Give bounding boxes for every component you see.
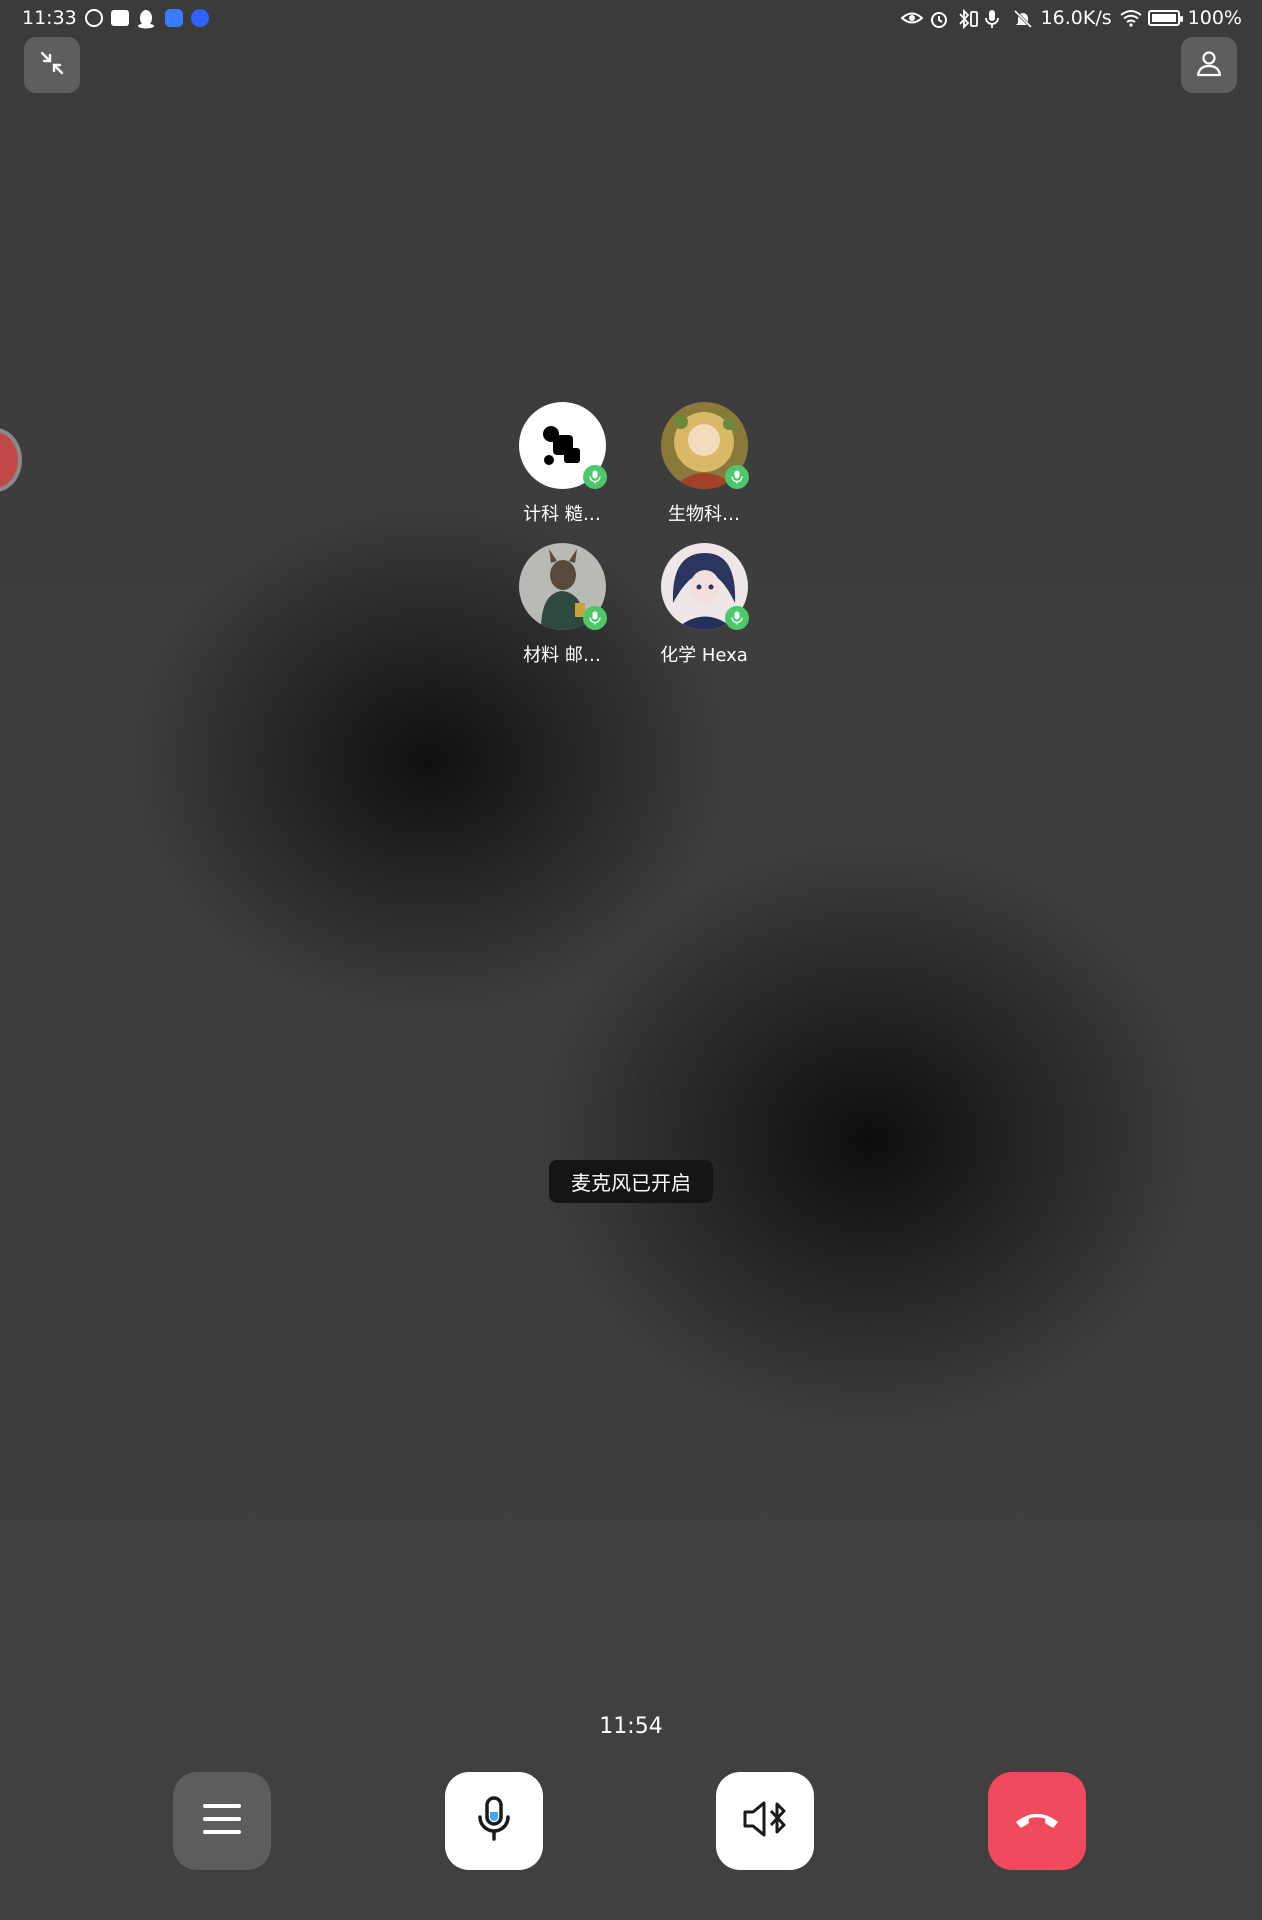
participant-name: 生物科… [668, 504, 740, 525]
headset-icon [84, 9, 103, 27]
status-time: 11:33 [22, 7, 77, 29]
status-left: 11:33 [22, 7, 209, 29]
bluetooth-battery-icon [957, 8, 978, 30]
battery-icon [1147, 10, 1183, 26]
call-timer: 11:54 [599, 1714, 663, 1739]
minimize-call-button[interactable] [24, 37, 80, 93]
participant-tile[interactable]: 材料 邮… [506, 543, 618, 667]
participant-grid: 计科 糙… 生物科… 材料 邮… 化学 Hexa [506, 402, 760, 667]
audio-output-button[interactable] [716, 1772, 814, 1870]
mic-icon [984, 9, 1005, 28]
person-icon [1195, 49, 1223, 81]
participant-name: 材料 邮… [523, 645, 601, 666]
mic-on-icon [724, 465, 749, 489]
more-menu-button[interactable] [173, 1772, 271, 1870]
alarm-icon [929, 9, 949, 28]
hang-up-button[interactable] [988, 1772, 1086, 1870]
eye-icon [900, 9, 924, 27]
participants-button[interactable] [1181, 37, 1237, 93]
cloud-circle-icon [190, 9, 209, 27]
hang-up-icon [1013, 1807, 1061, 1835]
bluetooth-speaker-icon [742, 1799, 788, 1843]
video-icon [110, 10, 129, 26]
status-right: 16.0K/s 100% [900, 7, 1242, 30]
mic-toast: 麦克风已开启 [549, 1160, 713, 1203]
net-speed: 16.0K/s [1040, 7, 1112, 29]
participant-tile[interactable]: 计科 糙… [506, 402, 618, 526]
microphone-toggle-button[interactable] [445, 1772, 543, 1870]
mic-on-icon [724, 606, 749, 630]
call-background [0, 0, 1262, 1920]
participant-tile[interactable]: 化学 Hexa [648, 543, 760, 667]
participant-name: 计科 糙… [523, 504, 601, 525]
qq-icon [137, 9, 157, 29]
menu-icon [202, 1802, 242, 1840]
battery-percent: 100% [1187, 7, 1242, 29]
shrink-window-icon [39, 50, 65, 80]
mute-bell-icon [1013, 9, 1033, 29]
mic-on-icon [582, 465, 607, 489]
participant-tile[interactable]: 生物科… [648, 402, 760, 526]
wifi-icon [1120, 9, 1142, 27]
microphone-icon [476, 1796, 512, 1846]
cloud-icon [164, 9, 183, 27]
mic-on-icon [582, 606, 607, 630]
participant-name: 化学 Hexa [660, 645, 748, 666]
status-bar: 11:33 16.0K/s 100% [0, 0, 1262, 36]
